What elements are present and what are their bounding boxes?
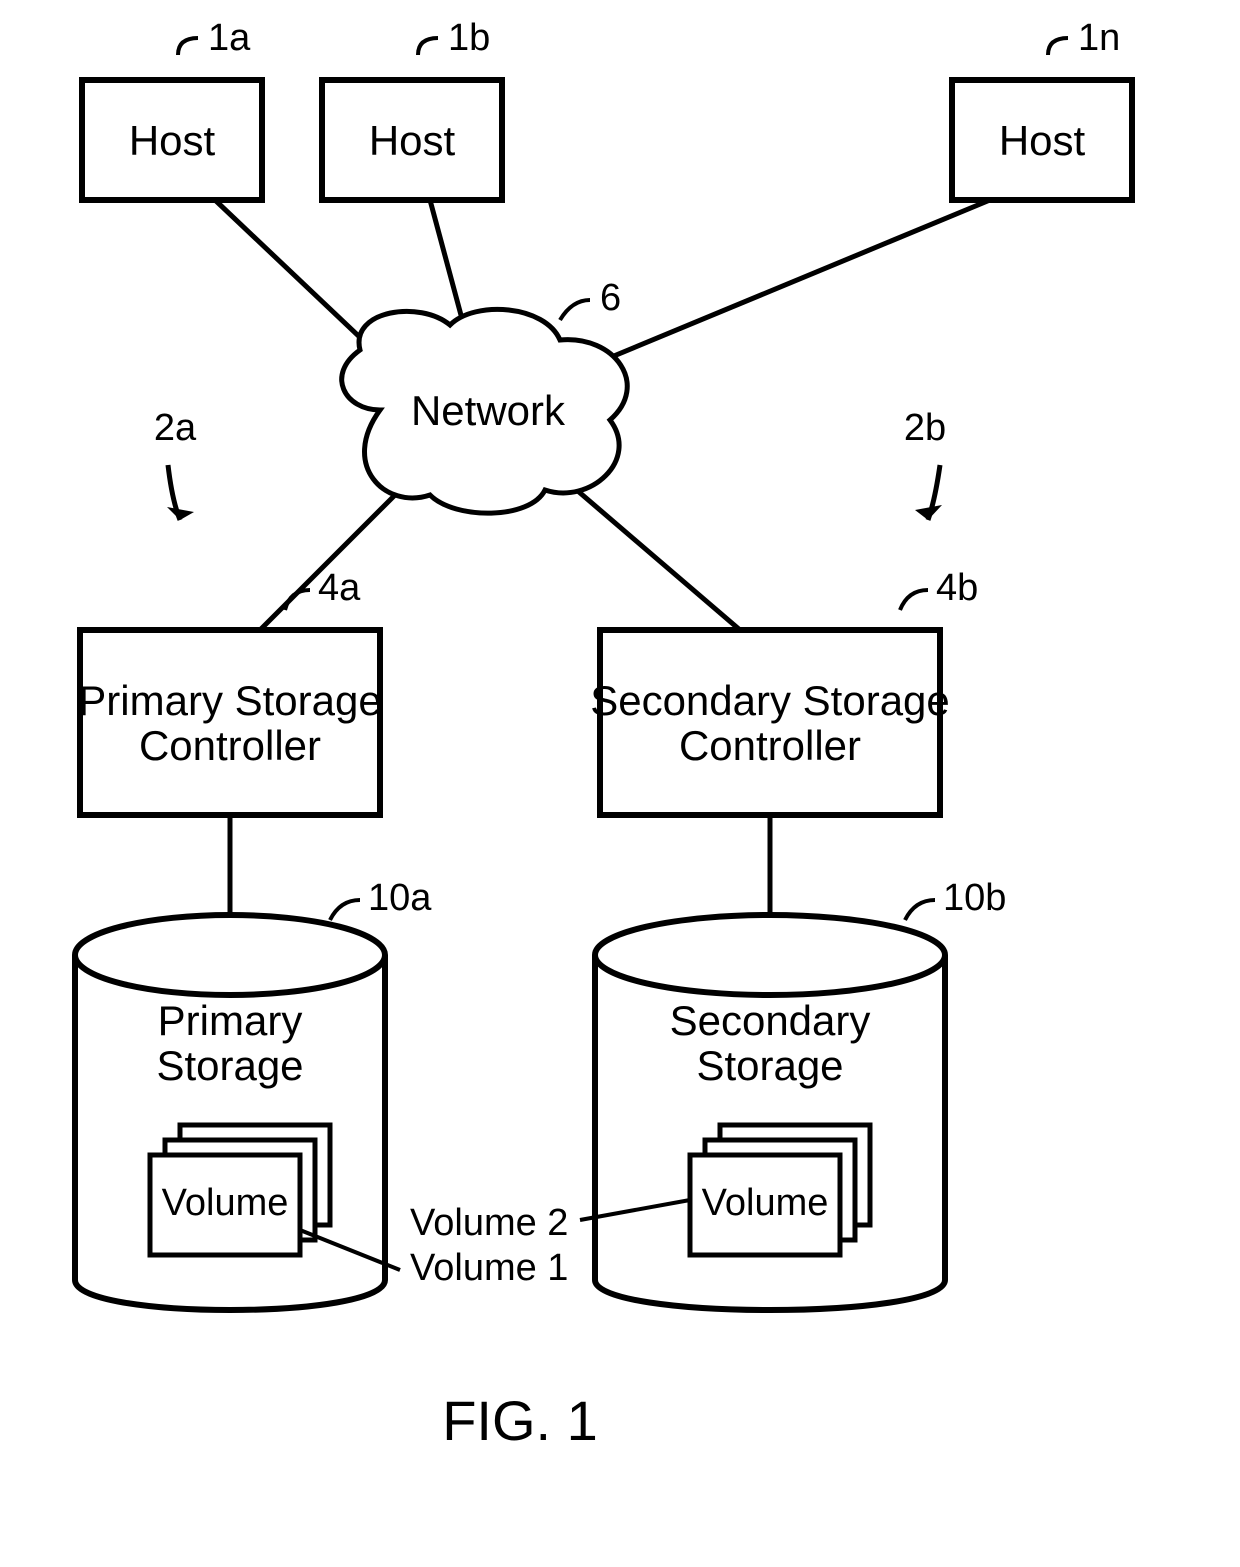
leader-4a [285, 590, 310, 610]
host-1n: Host 1n [952, 17, 1132, 200]
secondary-volume-label: Volume [702, 1182, 829, 1224]
host-1a-label: Host [129, 117, 216, 164]
leader-10b [905, 900, 935, 920]
leader-10a [330, 900, 360, 920]
secondary-storage-line1: Secondary [670, 997, 871, 1044]
ref-volume1: Volume 1 [410, 1247, 568, 1289]
network-label: Network [411, 387, 566, 434]
primary-volume-label: Volume [162, 1182, 289, 1224]
primary-controller-line1: Primary Storage [78, 677, 381, 724]
link-host-1n-network [580, 200, 990, 370]
secondary-storage-line2: Storage [696, 1042, 843, 1089]
leader-1b [418, 38, 438, 55]
ref-6: 6 [600, 277, 621, 319]
figure-caption: FIG. 1 [442, 1389, 598, 1452]
host-1b-label: Host [369, 117, 456, 164]
secondary-controller-line2: Controller [679, 722, 861, 769]
secondary-storage: Secondary Storage 10b Volume Volume 2 [410, 877, 1006, 1310]
secondary-volume-stack: Volume [690, 1125, 870, 1255]
secondary-storage-controller: Secondary Storage Controller 4b [590, 567, 978, 815]
arrow-2a-head [167, 507, 194, 520]
ref-10b: 10b [943, 877, 1006, 919]
leader-1a [178, 38, 198, 55]
ref-2b: 2b [904, 407, 946, 449]
primary-storage-line2: Storage [156, 1042, 303, 1089]
ref-1b: 1b [448, 17, 490, 59]
ref-volume2: Volume 2 [410, 1202, 568, 1244]
primary-storage-controller: Primary Storage Controller 4a [78, 567, 381, 815]
site-2b: 2b [904, 407, 946, 520]
primary-storage-line1: Primary [158, 997, 303, 1044]
ref-1a: 1a [208, 17, 251, 59]
ref-1n: 1n [1078, 17, 1120, 59]
ref-4b: 4b [936, 567, 978, 609]
leader-1n [1048, 38, 1068, 55]
site-2a: 2a [154, 407, 197, 520]
leader-6 [560, 300, 590, 320]
ref-2a: 2a [154, 407, 197, 449]
secondary-controller-line1: Secondary Storage [590, 677, 950, 724]
ref-10a: 10a [368, 877, 432, 919]
host-1b: Host 1b [322, 17, 502, 200]
network-cloud: Network 6 [342, 277, 628, 513]
host-1n-label: Host [999, 117, 1086, 164]
system-diagram: Host 1a Host 1b Host 1n Network 6 2a 2b … [0, 0, 1240, 1567]
primary-volume-stack: Volume [150, 1125, 330, 1255]
link-network-secondary-controller [565, 480, 740, 630]
leader-4b [900, 590, 928, 610]
primary-controller-line2: Controller [139, 722, 321, 769]
host-1a: Host 1a [82, 17, 262, 200]
ref-4a: 4a [318, 567, 361, 609]
link-host-1b-network [430, 200, 465, 330]
arrow-2b-head [915, 505, 942, 520]
primary-storage: Primary Storage 10a Volume Volume 1 [75, 877, 568, 1310]
